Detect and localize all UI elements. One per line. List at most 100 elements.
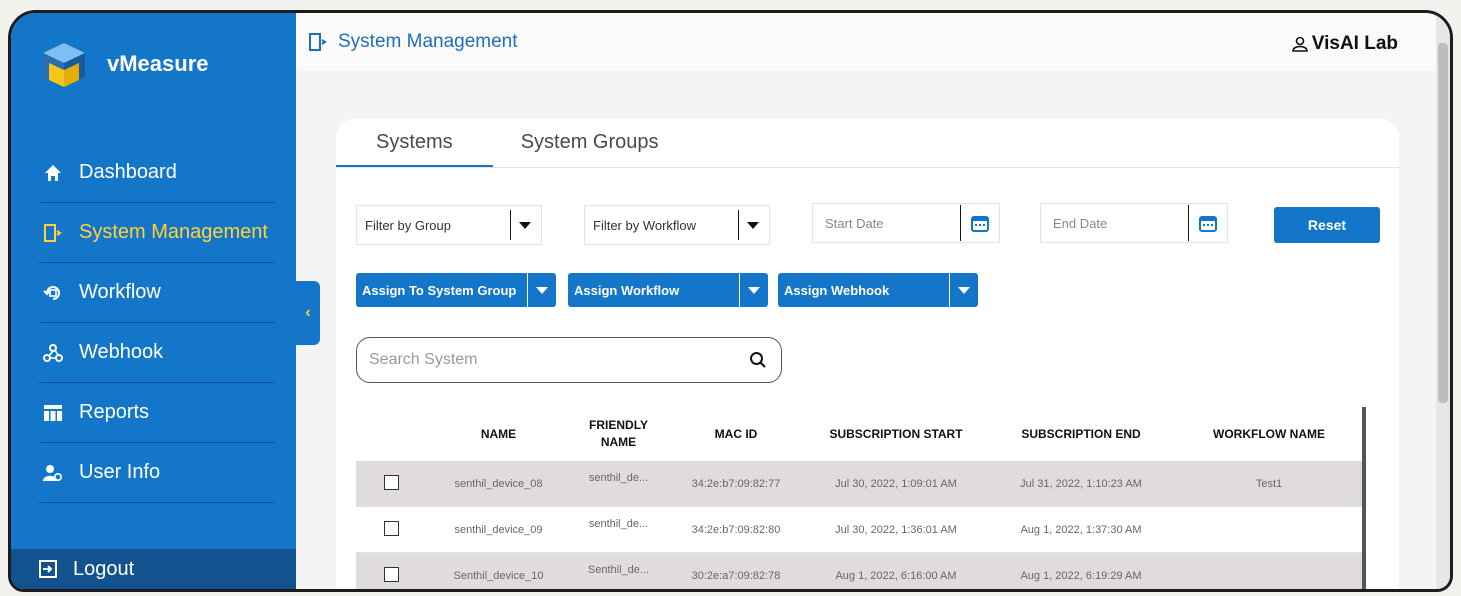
assign-to-system-group-label: Assign To System Group bbox=[362, 282, 517, 298]
cell-subscription-start: Jul 30, 2022, 1:09:01 AM bbox=[835, 477, 957, 490]
logout-icon bbox=[39, 560, 59, 578]
caret-down-icon bbox=[747, 221, 759, 229]
assign-to-system-group-button[interactable]: Assign To System Group bbox=[356, 273, 556, 307]
filter-by-group-label: Filter by Group bbox=[365, 217, 451, 233]
cell-mac-id: 34:2e:b7:09:82:77 bbox=[691, 477, 781, 490]
sidebar-item-label: Webhook bbox=[79, 341, 164, 363]
page-title-text: System Management bbox=[338, 31, 518, 52]
table-row[interactable]: Senthil_device_10 Senthil_de... 30:2e:a7… bbox=[356, 553, 1362, 589]
button-divider bbox=[527, 273, 528, 307]
systems-card: Systems System Groups Filter by Group Fi… bbox=[336, 119, 1399, 589]
calendar-icon[interactable] bbox=[1199, 214, 1217, 232]
calendar-icon[interactable] bbox=[971, 214, 989, 232]
date-divider bbox=[960, 205, 961, 241]
home-icon bbox=[39, 164, 67, 182]
sidebar-item-label: User Info bbox=[79, 461, 161, 483]
user-menu[interactable]: VisAI Lab bbox=[1291, 33, 1398, 55]
cell-subscription-start: Jul 30, 2022, 1:36:01 AM bbox=[835, 523, 957, 536]
logout-button[interactable]: Logout bbox=[11, 549, 296, 589]
cell-subscription-end: Aug 1, 2022, 6:19:29 AM bbox=[1020, 569, 1142, 582]
assign-workflow-label: Assign Workflow bbox=[574, 282, 680, 298]
select-divider bbox=[510, 210, 511, 240]
cell-mac-id: 30:2e:a7:09:82:78 bbox=[691, 569, 781, 582]
table-row[interactable]: senthil_device_08 senthil_de... 34:2e:b7… bbox=[356, 461, 1362, 507]
reports-icon bbox=[39, 404, 67, 421]
button-divider bbox=[739, 273, 740, 307]
brand-name: vMeasure bbox=[107, 51, 209, 76]
page-title: System Management bbox=[308, 31, 518, 53]
caret-down-icon bbox=[536, 286, 548, 294]
reset-button[interactable]: Reset bbox=[1274, 207, 1380, 243]
header-friendly-name[interactable]: FRIENDLY NAME bbox=[571, 417, 666, 451]
user-name: VisAI Lab bbox=[1311, 33, 1398, 54]
page-scrollbar[interactable] bbox=[1436, 13, 1450, 589]
vmeasure-logo bbox=[43, 43, 85, 87]
cell-mac-id: 34:2e:b7:09:82:80 bbox=[691, 523, 781, 536]
assign-workflow-button[interactable]: Assign Workflow bbox=[568, 273, 768, 307]
start-date-placeholder: Start Date bbox=[825, 215, 884, 231]
sidebar-item-label: System Management bbox=[79, 221, 268, 243]
sidebar-item-user-info[interactable]: User Info bbox=[39, 443, 274, 503]
tab-system-groups[interactable]: System Groups bbox=[493, 119, 699, 167]
chevron-left-icon: ‹ bbox=[305, 304, 311, 321]
filter-by-group-select[interactable]: Filter by Group bbox=[356, 205, 542, 245]
user-info-icon bbox=[39, 464, 67, 482]
tab-systems[interactable]: Systems bbox=[336, 119, 493, 167]
table-row[interactable]: senthil_device_09 senthil_de... 34:2e:b7… bbox=[356, 507, 1362, 553]
sidebar-item-reports[interactable]: Reports bbox=[39, 383, 274, 443]
assign-webhook-label: Assign Webhook bbox=[784, 282, 890, 298]
caret-down-icon bbox=[519, 221, 531, 229]
cell-friendly-name: senthil_de... bbox=[588, 517, 649, 530]
table-header: NAME FRIENDLY NAME MAC ID SUBSCRIPTION S… bbox=[356, 407, 1362, 461]
sidebar-collapse-toggle[interactable]: ‹ bbox=[296, 281, 320, 345]
date-divider bbox=[1188, 205, 1189, 241]
caret-down-icon bbox=[958, 286, 970, 294]
cell-name: senthil_device_09 bbox=[454, 523, 543, 536]
start-date-input[interactable]: Start Date bbox=[812, 203, 1000, 243]
cell-subscription-start: Aug 1, 2022, 6:16:00 AM bbox=[835, 569, 957, 582]
systems-table: NAME FRIENDLY NAME MAC ID SUBSCRIPTION S… bbox=[356, 407, 1366, 589]
header-workflow-name[interactable]: WORKFLOW NAME bbox=[1176, 426, 1362, 443]
sidebar-item-webhook[interactable]: Webhook bbox=[39, 323, 274, 383]
cell-friendly-name: senthil_de... bbox=[588, 471, 649, 484]
cell-name: senthil_device_08 bbox=[454, 477, 543, 490]
button-divider bbox=[949, 273, 950, 307]
header-name[interactable]: NAME bbox=[426, 426, 571, 443]
sidebar-item-dashboard[interactable]: Dashboard bbox=[39, 143, 274, 203]
row-checkbox[interactable] bbox=[383, 566, 399, 582]
sidebar-nav: Dashboard System Management Workflow Web… bbox=[39, 143, 274, 503]
cell-friendly-name: Senthil_de... bbox=[587, 563, 650, 576]
caret-down-icon bbox=[748, 286, 760, 294]
webhook-icon bbox=[39, 343, 67, 363]
sidebar-item-system-management[interactable]: System Management bbox=[39, 203, 274, 263]
search-icon[interactable] bbox=[749, 351, 767, 369]
cell-name: Senthil_device_10 bbox=[453, 569, 544, 582]
header-mac-id[interactable]: MAC ID bbox=[666, 426, 806, 443]
search-input[interactable] bbox=[369, 351, 749, 369]
assign-webhook-button[interactable]: Assign Webhook bbox=[778, 273, 978, 307]
workflow-icon bbox=[39, 283, 67, 303]
row-checkbox[interactable] bbox=[383, 474, 399, 490]
system-management-icon bbox=[39, 223, 67, 243]
sidebar-item-label: Workflow bbox=[79, 281, 161, 303]
filter-by-workflow-label: Filter by Workflow bbox=[593, 217, 697, 233]
search-system-field[interactable] bbox=[356, 337, 782, 383]
select-divider bbox=[738, 210, 739, 240]
sidebar-item-label: Dashboard bbox=[79, 161, 177, 183]
scrollbar-thumb[interactable] bbox=[1438, 43, 1448, 403]
header-subscription-start[interactable]: SUBSCRIPTION START bbox=[806, 426, 986, 443]
header-subscription-end[interactable]: SUBSCRIPTION END bbox=[986, 426, 1176, 443]
sidebar-item-workflow[interactable]: Workflow bbox=[39, 263, 274, 323]
brand[interactable]: vMeasure bbox=[41, 39, 209, 89]
sidebar-item-label: Reports bbox=[79, 401, 150, 423]
end-date-placeholder: End Date bbox=[1053, 215, 1108, 231]
app-window: vMeasure Dashboard System Management Wor… bbox=[8, 10, 1453, 592]
row-checkbox[interactable] bbox=[383, 520, 399, 536]
end-date-input[interactable]: End Date bbox=[1040, 203, 1228, 243]
tabs: Systems System Groups bbox=[336, 119, 699, 167]
tabs-divider bbox=[336, 167, 1399, 168]
system-management-icon bbox=[308, 32, 328, 52]
filter-by-workflow-select[interactable]: Filter by Workflow bbox=[584, 205, 770, 245]
logout-label: Logout bbox=[73, 557, 135, 580]
cell-subscription-end: Jul 31, 2022, 1:10:23 AM bbox=[1020, 477, 1142, 490]
